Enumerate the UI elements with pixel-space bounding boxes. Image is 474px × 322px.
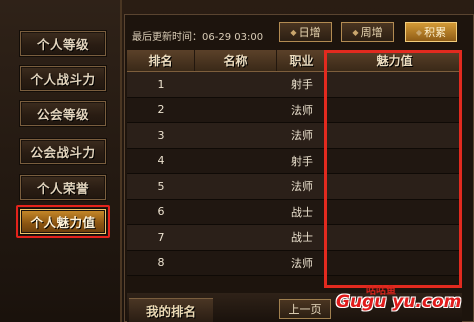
corner-ornament-icon: ◆ — [290, 27, 297, 37]
name-cell — [195, 174, 277, 199]
class-cell: 法师 — [291, 256, 313, 270]
prev-page-button[interactable]: 上一页 — [279, 299, 331, 319]
class-cell: 射手 — [291, 154, 313, 168]
sidebar-item-guild-power[interactable]: 公会战斗力 — [20, 139, 106, 164]
name-cell — [195, 149, 277, 174]
class-cell: 法师 — [291, 180, 313, 194]
rank-cell: 5 — [157, 179, 165, 193]
watermark-domain-text: Gugu yu.com — [336, 292, 462, 312]
class-cell: 射手 — [291, 78, 313, 92]
tab-weekly-label: 周增 — [360, 26, 383, 39]
rank-cell: 7 — [157, 230, 165, 244]
sidebar-item-personal-level[interactable]: 个人等级 — [20, 31, 106, 56]
column-header-name: 名称 — [195, 50, 277, 71]
sidebar-item-personal-honor[interactable]: 个人荣誉 — [20, 175, 106, 200]
class-cell: 战士 — [291, 205, 313, 219]
corner-ornament-icon: ◆ — [415, 27, 423, 37]
name-cell — [195, 98, 277, 123]
name-cell — [195, 225, 277, 250]
name-cell — [195, 251, 277, 276]
tab-cumulative[interactable]: ◆ 积累 — [405, 22, 457, 42]
corner-ornament-icon: ◆ — [352, 27, 359, 37]
column-header-rank: 排名 — [127, 50, 195, 71]
tab-cumulative-label: 积累 — [424, 26, 447, 39]
my-rank-tab[interactable]: 我的排名 — [129, 298, 213, 322]
site-watermark: 咕咕鱼 Gugu yu.com — [336, 282, 470, 320]
ranking-window: 个人等级 个人战斗力 公会等级 公会战斗力 个人荣誉 个人魅力值 最后更新时间：… — [0, 0, 474, 322]
tab-daily[interactable]: ◆ 日增 — [279, 22, 332, 42]
active-item-highlight — [16, 205, 110, 238]
name-cell — [195, 200, 277, 225]
sidebar-item-personal-power[interactable]: 个人战斗力 — [20, 66, 106, 91]
ranking-sidebar: 个人等级 个人战斗力 公会等级 公会战斗力 个人荣誉 个人魅力值 — [0, 0, 122, 322]
class-cell: 法师 — [291, 103, 313, 117]
tab-weekly[interactable]: ◆ 周增 — [341, 22, 394, 42]
sidebar-item-guild-level[interactable]: 公会等级 — [20, 101, 106, 126]
column-header-class: 职业 — [277, 50, 327, 71]
class-cell: 法师 — [291, 129, 313, 143]
rank-cell: 8 — [157, 256, 165, 270]
rank-cell: 2 — [157, 103, 165, 117]
rank-cell: 4 — [157, 154, 165, 168]
name-cell — [195, 72, 277, 97]
last-update-time: 最后更新时间：06-29 03:00 — [132, 32, 264, 43]
charm-column-highlight — [324, 50, 462, 288]
class-cell: 战士 — [291, 231, 313, 245]
name-cell — [195, 123, 277, 148]
tab-daily-label: 日增 — [298, 26, 321, 39]
rank-cell: 3 — [157, 128, 165, 142]
rank-cell: 6 — [157, 205, 165, 219]
rank-cell: 1 — [157, 77, 165, 91]
